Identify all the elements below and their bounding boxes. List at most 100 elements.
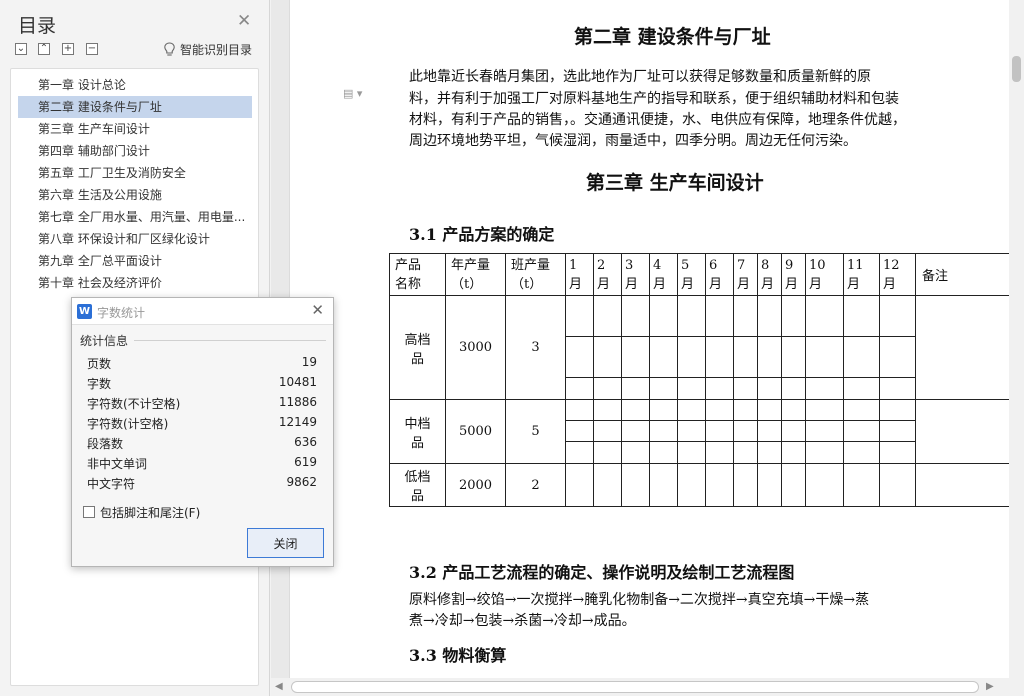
table-row: 中档品 5000 5 <box>389 399 1022 464</box>
section-3-2-heading: 3.2 产品工艺流程的确定、操作说明及绘制工艺流程图 <box>409 563 795 582</box>
product-annual: 5000 <box>445 399 506 464</box>
stat-row-chinese-chars: 中文字符 9862 <box>87 475 317 495</box>
stats-section-label: 统计信息 <box>80 334 129 348</box>
include-footnotes-label[interactable]: 包括脚注和尾注(F) <box>100 504 200 521</box>
table-row: 低档品 2000 2 <box>389 463 1022 507</box>
toc-item-chapter-7[interactable]: 第七章 全厂用水量、用汽量、用电量... <box>18 206 252 228</box>
header-note: 备注 <box>915 253 1022 296</box>
product-annual: 3000 <box>445 295 506 400</box>
scroll-right-icon[interactable]: ▶ <box>986 681 994 692</box>
stat-value: 19 <box>301 355 317 369</box>
toc-item-chapter-2[interactable]: 第二章 建设条件与厂址 <box>18 96 252 118</box>
toc-item-chapter-5[interactable]: 第五章 工厂卫生及消防安全 <box>18 162 252 184</box>
stat-value: 11886 <box>278 395 317 409</box>
vertical-scroll-thumb[interactable] <box>1012 56 1021 82</box>
stat-row-chars-with-space: 字符数(计空格) 12149 <box>87 415 317 435</box>
stat-row-paragraphs: 段落数 636 <box>87 435 317 455</box>
stat-label: 页数 <box>87 357 112 371</box>
header-annual: 年产量 （t） <box>445 253 506 296</box>
stat-label: 中文字符 <box>87 477 136 491</box>
dialog-title: 字数统计 <box>97 306 146 320</box>
stat-value: 636 <box>294 435 317 449</box>
stat-row-chars-no-space: 字符数(不计空格) 11886 <box>87 395 317 415</box>
product-name: 低档品 <box>389 463 446 507</box>
stat-value: 10481 <box>278 375 317 389</box>
stat-label: 字数 <box>87 377 112 391</box>
product-plan-table: 产品 名称 年产量 （t） 班产量 （t） 1月 2月 3月 4月 5月 6月 7月 … <box>389 253 1022 507</box>
toc-item-chapter-4[interactable]: 第四章 辅助部门设计 <box>18 140 252 162</box>
header-month: 4月 <box>649 253 678 296</box>
toc-close-icon[interactable]: ✕ <box>237 11 251 31</box>
product-shift: 3 <box>505 295 566 400</box>
scroll-left-icon[interactable]: ◀ <box>275 681 283 692</box>
document-page[interactable]: ▤ ▾ 第二章 建设条件与厂址 此地靠近长春皓月集团，选此地作为厂址可以获得足够… <box>289 0 1024 678</box>
product-name: 高档品 <box>389 295 446 400</box>
stat-row-pages: 页数 19 <box>87 355 317 375</box>
include-footnotes-checkbox[interactable] <box>83 506 95 518</box>
vertical-scrollbar[interactable] <box>1009 0 1024 678</box>
stat-label: 非中文单词 <box>87 457 148 471</box>
product-shift: 5 <box>505 399 566 464</box>
header-month: 9月 <box>781 253 806 296</box>
toc-item-chapter-8[interactable]: 第八章 环保设计和厂区绿化设计 <box>18 228 252 250</box>
remove-heading-icon[interactable]: − <box>86 43 98 55</box>
product-name: 中档品 <box>389 399 446 464</box>
table-row: 高档品 3000 3 <box>389 295 1022 400</box>
stat-value: 619 <box>294 455 317 469</box>
chapter-2-line-2: 料，并有利于加强工厂对原料基地生产的指导和联系，便于组织辅助材料和包装 <box>409 91 899 107</box>
add-heading-icon[interactable]: + <box>62 43 74 55</box>
product-annual: 2000 <box>445 463 506 507</box>
chapter-3-heading: 第三章 生产车间设计 <box>586 172 764 194</box>
stat-value: 12149 <box>278 415 317 429</box>
toc-item-chapter-3[interactable]: 第三章 生产车间设计 <box>18 118 252 140</box>
chapter-2-heading: 第二章 建设条件与厂址 <box>574 26 771 48</box>
header-month: 8月 <box>757 253 782 296</box>
toc-title: 目录 <box>18 15 57 37</box>
smart-detect-label: 智能识别目录 <box>180 43 253 57</box>
toc-item-chapter-10[interactable]: 第十章 社会及经济评价 <box>18 272 252 294</box>
header-month: 2月 <box>593 253 622 296</box>
toc-item-chapter-1[interactable]: 第一章 设计总论 <box>18 74 252 96</box>
chapter-2-line-4: 周边环境地势平坦，气候湿润，雨量适中，四季分明。周边无任何污染。 <box>409 133 857 149</box>
stat-label: 字符数(不计空格) <box>87 397 181 411</box>
stat-label: 段落数 <box>87 437 124 451</box>
stat-label: 字符数(计空格) <box>87 417 169 431</box>
smart-detect-toc-button[interactable]: 智能识别目录 <box>163 41 252 58</box>
expand-all-icon[interactable]: ⌃ <box>38 43 50 55</box>
header-shift: 班产量 （t） <box>505 253 566 296</box>
document-area: ▤ ▾ 第二章 建设条件与厂址 此地靠近长春皓月集团，选此地作为厂址可以获得足够… <box>271 0 1024 696</box>
section-divider <box>134 340 326 341</box>
table-header-row: 产品 名称 年产量 （t） 班产量 （t） 1月 2月 3月 4月 5月 6月 7月 … <box>389 253 1022 296</box>
paragraph-menu-icon[interactable]: ▤ ▾ <box>343 87 362 100</box>
dialog-close-icon[interactable]: ✕ <box>311 301 324 319</box>
wps-writer-logo-icon: W <box>77 304 92 319</box>
horizontal-scroll-thumb[interactable] <box>291 681 979 693</box>
header-month: 10 月 <box>805 253 844 296</box>
close-button[interactable]: 关闭 <box>247 528 324 558</box>
stat-row-non-chinese-words: 非中文单词 619 <box>87 455 317 475</box>
word-count-dialog: W 字数统计 ✕ 统计信息 页数 19 字数 10481 字符数(不计空格) 1… <box>71 297 334 567</box>
header-month: 7月 <box>733 253 758 296</box>
toc-item-chapter-6[interactable]: 第六章 生活及公用设施 <box>18 184 252 206</box>
header-month: 6月 <box>705 253 734 296</box>
header-month: 3月 <box>621 253 650 296</box>
stat-row-words: 字数 10481 <box>87 375 317 395</box>
section-3-3-heading: 3.3 物料衡算 <box>409 646 507 665</box>
horizontal-scrollbar[interactable]: ◀ ▶ <box>271 678 1024 696</box>
header-product: 产品 名称 <box>389 253 446 296</box>
section-3-1-heading: 3.1 产品方案的确定 <box>409 225 555 244</box>
dialog-titlebar[interactable]: W 字数统计 ✕ <box>72 298 333 325</box>
lightbulb-icon <box>164 42 175 56</box>
product-shift: 2 <box>505 463 566 507</box>
header-month: 5月 <box>677 253 706 296</box>
product-note <box>915 463 1022 507</box>
chapter-2-line-3: 材料，有利于产品的销售，。交通通讯便捷，水、电供应有保障，地理条件优越， <box>409 112 906 128</box>
collapse-all-icon[interactable]: ⌄ <box>15 43 27 55</box>
header-month: 1月 <box>565 253 594 296</box>
section-3-2-line-2: 煮→冷却→包装→杀菌→冷却→成品。 <box>409 613 636 629</box>
chapter-2-line-1: 此地靠近长春皓月集团，选此地作为厂址可以获得足够数量和质量新鲜的原 <box>409 69 871 85</box>
stat-value: 9862 <box>286 475 317 489</box>
product-note <box>915 295 1022 400</box>
product-note <box>915 399 1022 464</box>
toc-item-chapter-9[interactable]: 第九章 全厂总平面设计 <box>18 250 252 272</box>
